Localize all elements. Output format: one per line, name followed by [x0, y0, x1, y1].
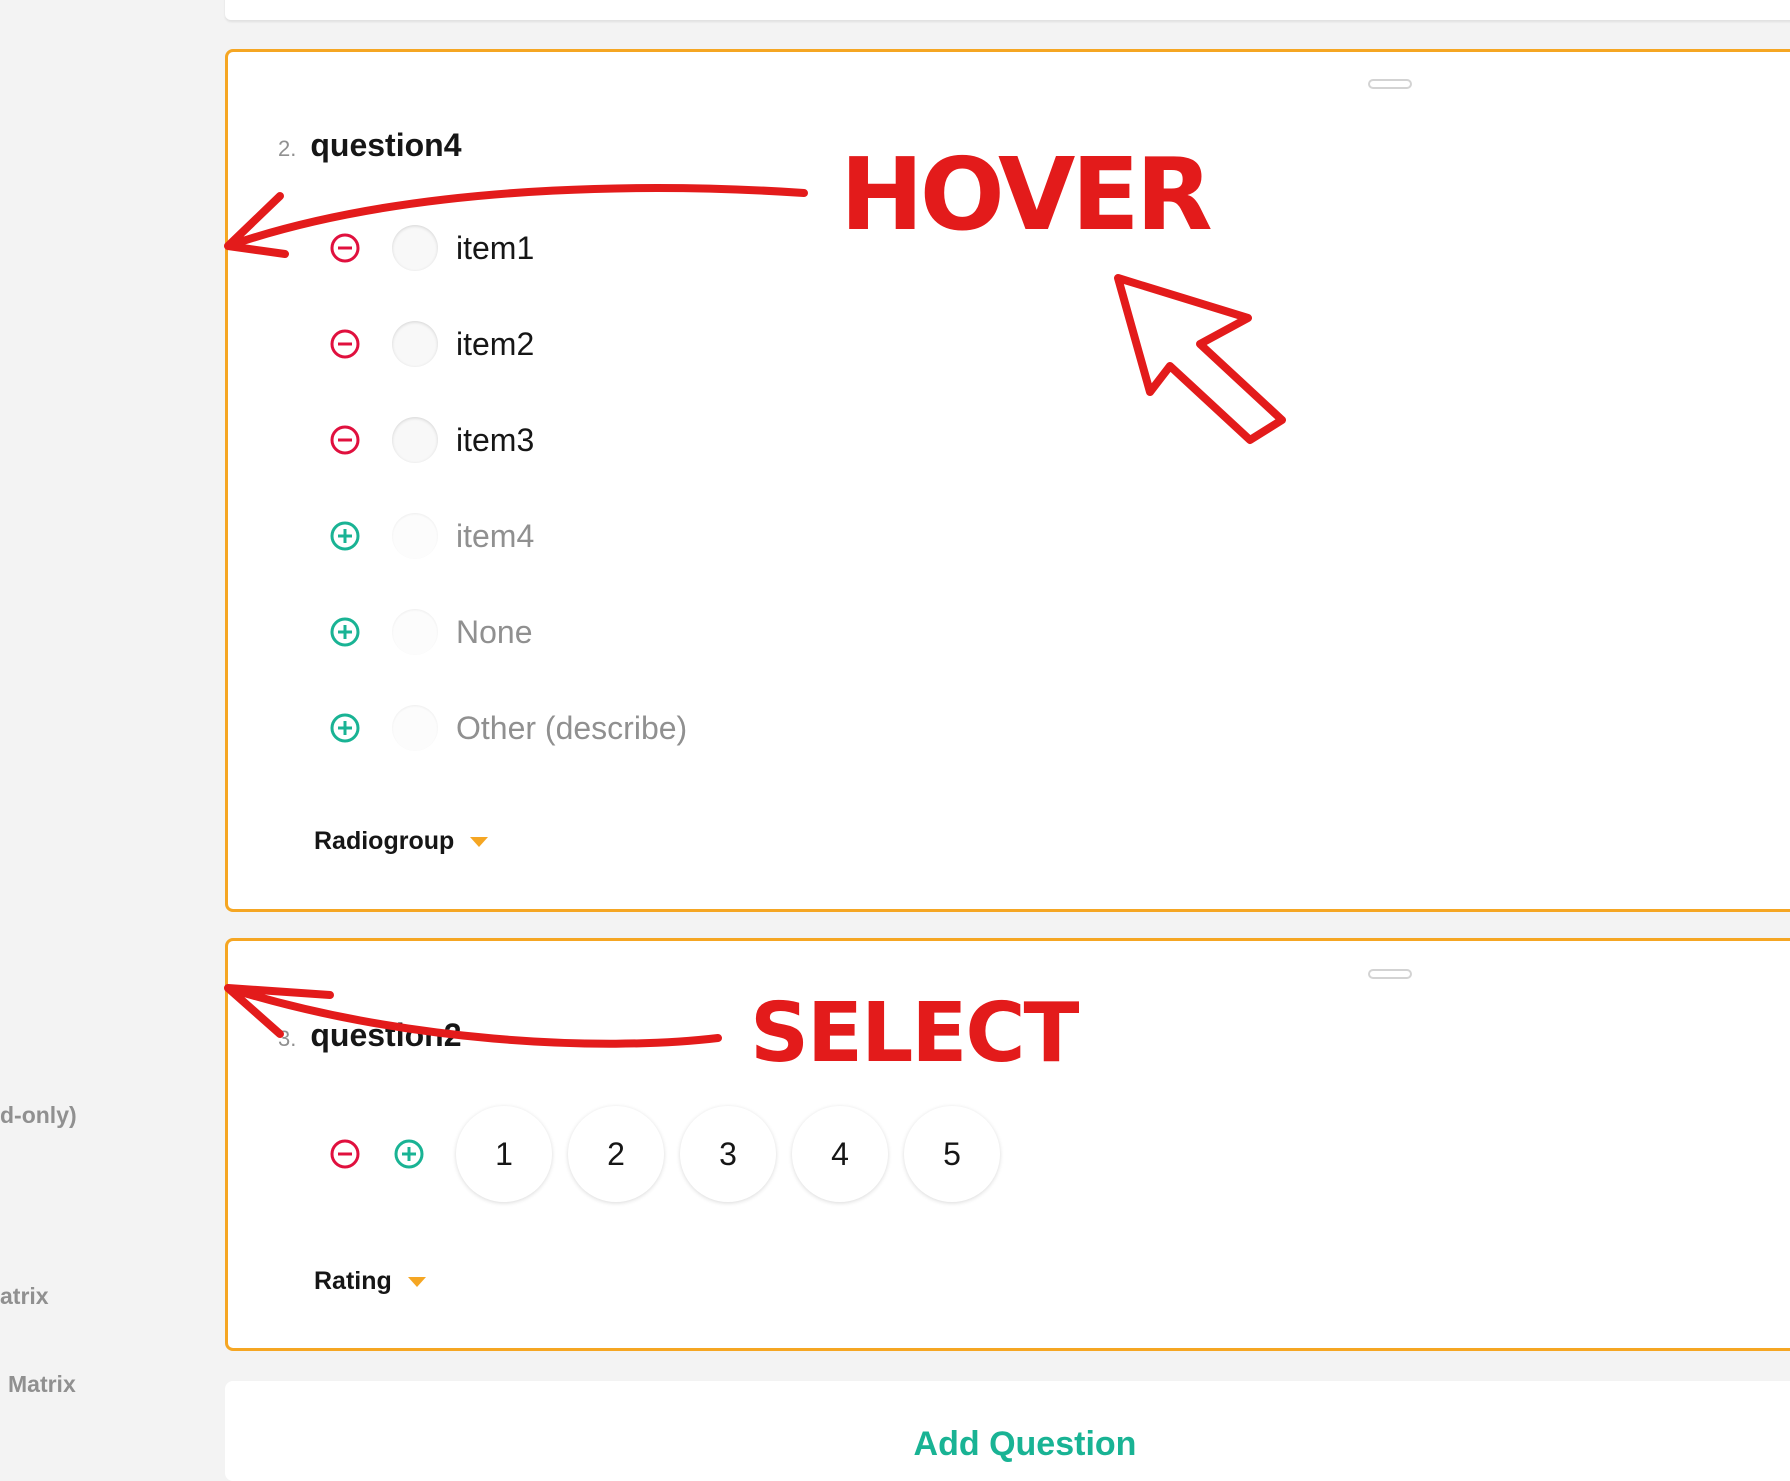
- rating-item-5[interactable]: 5: [904, 1106, 1000, 1202]
- remove-circle-icon[interactable]: [328, 1137, 362, 1171]
- rating-item-1[interactable]: 1: [456, 1106, 552, 1202]
- rating-item-4[interactable]: 4: [792, 1106, 888, 1202]
- add-circle-icon[interactable]: [328, 615, 362, 649]
- remove-circle-icon[interactable]: [328, 231, 362, 265]
- rating-row: 1 2 3 4 5: [328, 1106, 1016, 1202]
- question-number: 2.: [278, 136, 297, 161]
- remove-circle-icon[interactable]: [328, 423, 362, 457]
- rating-item-3[interactable]: 3: [680, 1106, 776, 1202]
- choice-item2: item2: [328, 319, 534, 369]
- add-circle-icon[interactable]: [392, 1137, 426, 1171]
- radio-button[interactable]: [392, 225, 438, 271]
- chevron-down-icon: [470, 836, 489, 847]
- hover-annotation-text: HOVER: [840, 136, 1213, 253]
- question-type-dropdown[interactable]: Rating: [314, 1267, 426, 1296]
- drag-handle[interactable]: [1368, 969, 1412, 979]
- radio-button[interactable]: [392, 417, 438, 463]
- radio-button[interactable]: [392, 513, 438, 559]
- question-name[interactable]: question4: [310, 127, 461, 164]
- choice-label[interactable]: item3: [456, 422, 534, 459]
- sidebar-item-read-only[interactable]: d-only): [0, 1102, 77, 1129]
- choice-label[interactable]: None: [456, 614, 533, 651]
- question-title: 2. question4: [278, 127, 461, 164]
- select-annotation-text: SELECT: [750, 986, 1079, 1081]
- question-type-label: Rating: [314, 1267, 392, 1295]
- question-name[interactable]: question2: [310, 1017, 461, 1054]
- choice-label[interactable]: item4: [456, 518, 534, 555]
- choice-item3: item3: [328, 415, 534, 465]
- choice-other: Other (describe): [328, 703, 687, 753]
- question-title: 3. question2: [278, 1017, 461, 1054]
- choice-label[interactable]: Other (describe): [456, 710, 687, 747]
- previous-question-card: [225, 0, 1790, 20]
- drag-handle[interactable]: [1368, 79, 1412, 89]
- remove-circle-icon[interactable]: [328, 327, 362, 361]
- sidebar-item-dynamic-matrix[interactable]: Matrix: [8, 1371, 76, 1398]
- sidebar-item-matrix[interactable]: atrix: [0, 1283, 49, 1310]
- chevron-down-icon: [407, 1276, 426, 1287]
- rating-item-2[interactable]: 2: [568, 1106, 664, 1202]
- radio-button[interactable]: [392, 321, 438, 367]
- choice-item4: item4: [328, 511, 534, 561]
- radio-button[interactable]: [392, 609, 438, 655]
- question-type-dropdown[interactable]: Radiogroup: [314, 827, 489, 856]
- question-number: 3.: [278, 1026, 297, 1051]
- add-question-button[interactable]: Add Question: [225, 1425, 1790, 1464]
- choice-label[interactable]: item1: [456, 230, 534, 267]
- radio-button[interactable]: [392, 705, 438, 751]
- choice-item1: item1: [328, 223, 534, 273]
- add-circle-icon[interactable]: [328, 711, 362, 745]
- choice-none: None: [328, 607, 533, 657]
- question-type-label: Radiogroup: [314, 827, 455, 855]
- add-question-card: Add Question: [225, 1381, 1790, 1481]
- add-circle-icon[interactable]: [328, 519, 362, 553]
- choice-label[interactable]: item2: [456, 326, 534, 363]
